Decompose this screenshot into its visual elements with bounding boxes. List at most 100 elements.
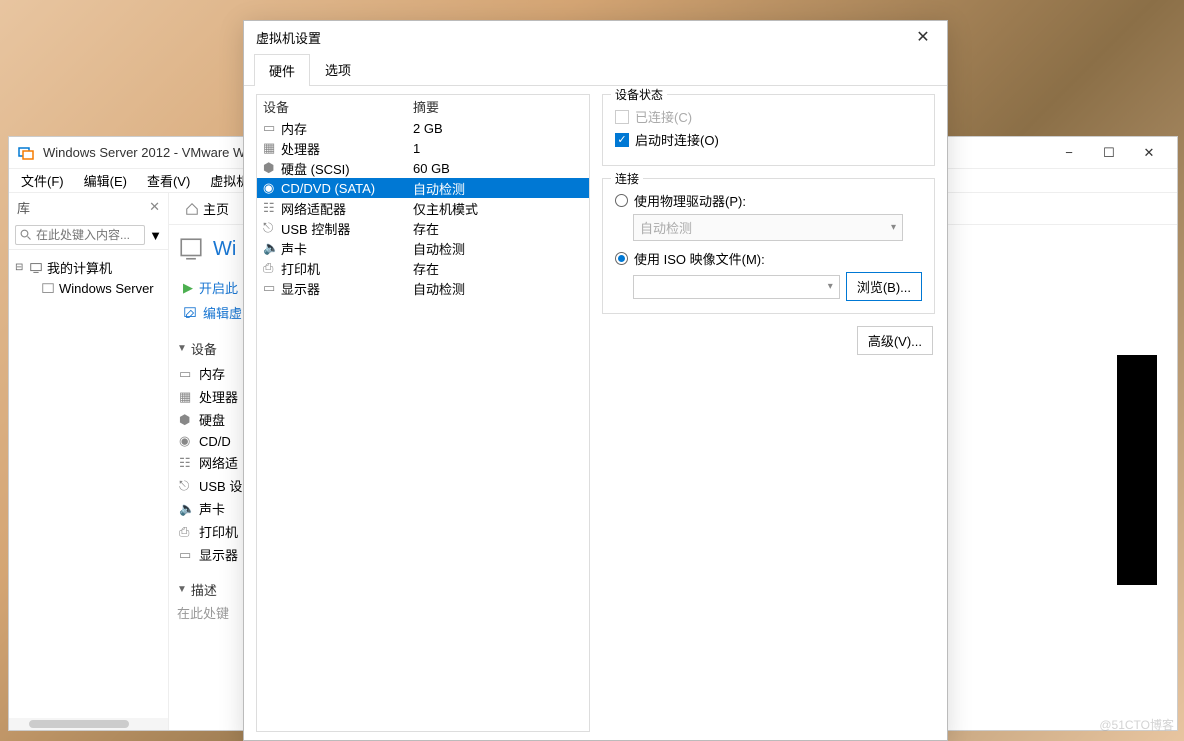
section-desc-head[interactable]: ▼ 描述	[177, 580, 251, 599]
search-dropdown-icon[interactable]: ▼	[149, 228, 162, 243]
hw-display[interactable]: ▭显示器	[177, 543, 251, 566]
chk-connect-start-row[interactable]: ✓ 启动时连接(O)	[615, 130, 922, 149]
tree-root[interactable]: ⊟ 我的计算机	[13, 256, 164, 279]
radio-iso-row[interactable]: 使用 ISO 映像文件(M):	[615, 249, 922, 268]
library-header: 库 ✕	[9, 193, 168, 221]
hw-printer[interactable]: ⎙打印机	[177, 520, 251, 543]
window-controls: − ☐ ✕	[1049, 137, 1169, 169]
network-icon: ☷	[179, 455, 193, 471]
action-power-on[interactable]: ▶ 开启此	[181, 275, 251, 300]
search-box[interactable]	[15, 225, 145, 245]
hw-cddvd[interactable]: ◉CD/D	[177, 431, 251, 451]
maximize-button[interactable]: ☐	[1089, 137, 1129, 169]
device-network[interactable]: ☷网络适配器仅主机模式	[257, 198, 589, 218]
radio-physical-label: 使用物理驱动器(P):	[634, 191, 746, 210]
disk-icon: ⬢	[263, 160, 277, 176]
search-input[interactable]	[36, 228, 140, 242]
radio-iso[interactable]	[615, 252, 628, 265]
desc-placeholder[interactable]: 在此处键	[177, 603, 251, 622]
library-close-icon[interactable]: ✕	[149, 199, 160, 215]
hw-cpu[interactable]: ▦处理器	[177, 385, 251, 408]
device-memory[interactable]: ▭内存2 GB	[257, 118, 589, 138]
printer-icon: ⎙	[179, 524, 193, 540]
section-devices-head[interactable]: ▼ 设备	[177, 339, 251, 358]
device-printer[interactable]: ⎙打印机存在	[257, 258, 589, 278]
device-sound[interactable]: 🔈声卡自动检测	[257, 238, 589, 258]
chk-connected-label: 已连接(C)	[635, 107, 692, 126]
search-row: ▼	[9, 221, 168, 250]
library-sidebar: 库 ✕ ▼ ⊟ 我的计算机	[9, 193, 169, 730]
menu-edit[interactable]: 编辑(E)	[76, 169, 135, 192]
dialog-titlebar: 虚拟机设置 ✕	[244, 21, 947, 53]
tree-vm-label: Windows Server	[59, 281, 154, 296]
chk-connected-row: 已连接(C)	[615, 107, 922, 126]
browse-button[interactable]: 浏览(B)...	[846, 272, 922, 301]
dialog-title: 虚拟机设置	[256, 28, 911, 47]
status-label: 设备状态	[611, 86, 667, 103]
memory-icon: ▭	[179, 366, 193, 382]
vm-title-row: Wi	[177, 235, 251, 263]
vm-large-icon	[177, 235, 205, 263]
vm-icon	[41, 282, 55, 296]
action-edit-settings[interactable]: 编辑虚	[181, 300, 251, 325]
device-cddvd[interactable]: ◉CD/DVD (SATA)自动检测	[257, 178, 589, 198]
scrollbar-thumb[interactable]	[29, 720, 129, 728]
vm-settings-dialog: 虚拟机设置 ✕ 硬件 选项 设备 摘要 ▭内存2 GB ▦处理器1 ⬢硬盘 (S…	[243, 20, 948, 741]
fieldset-connection: 连接 使用物理驱动器(P): 自动检测 ▾ 使用 ISO 映像文件(M): ▾ …	[602, 178, 935, 314]
hw-disk[interactable]: ⬢硬盘	[177, 408, 251, 431]
device-list: 设备 摘要 ▭内存2 GB ▦处理器1 ⬢硬盘 (SCSI)60 GB ◉CD/…	[256, 94, 590, 732]
hw-usb[interactable]: ⎋USB 设	[177, 474, 251, 497]
radio-physical[interactable]	[615, 194, 628, 207]
library-tree: ⊟ 我的计算机 Windows Server	[9, 250, 168, 718]
close-button[interactable]: ✕	[1129, 137, 1169, 169]
checkbox-connected	[615, 110, 629, 124]
fieldset-status: 设备状态 已连接(C) ✓ 启动时连接(O)	[602, 94, 935, 166]
hw-sound[interactable]: 🔈声卡	[177, 497, 251, 520]
tree-root-label: 我的计算机	[47, 258, 112, 277]
tree-vm-item[interactable]: Windows Server	[13, 279, 164, 298]
hw-network[interactable]: ☷网络适	[177, 451, 251, 474]
device-disk[interactable]: ⬢硬盘 (SCSI)60 GB	[257, 158, 589, 178]
chevron-down-icon: ▾	[891, 222, 896, 233]
menu-file[interactable]: 文件(F)	[13, 169, 72, 192]
printer-icon: ⎙	[263, 260, 277, 276]
library-label: 库	[17, 198, 30, 217]
vm-name: Wi	[213, 238, 236, 261]
iso-row: ▾ 浏览(B)...	[633, 272, 922, 301]
checkbox-connect-start[interactable]: ✓	[615, 133, 629, 147]
menu-view[interactable]: 查看(V)	[139, 169, 198, 192]
home-icon	[185, 202, 199, 216]
edit-icon	[183, 306, 197, 320]
tab-home[interactable]: 主页	[177, 195, 237, 222]
tab-hardware[interactable]: 硬件	[254, 54, 310, 86]
collapse-arrow-icon: ▼	[177, 584, 187, 595]
sidebar-scrollbar[interactable]	[9, 718, 168, 730]
memory-icon: ▭	[263, 120, 277, 136]
device-cpu[interactable]: ▦处理器1	[257, 138, 589, 158]
vm-panel: Wi ▶ 开启此 编辑虚	[177, 235, 251, 720]
device-display[interactable]: ▭显示器自动检测	[257, 278, 589, 298]
chevron-down-icon[interactable]: ▾	[828, 281, 833, 292]
device-list-header: 设备 摘要	[257, 95, 589, 118]
dialog-close-button[interactable]: ✕	[911, 27, 935, 47]
radio-iso-label: 使用 ISO 映像文件(M):	[634, 249, 765, 268]
chk-connect-start-label: 启动时连接(O)	[635, 130, 719, 149]
computer-icon	[29, 261, 43, 275]
device-usb[interactable]: ⎋USB 控制器存在	[257, 218, 589, 238]
disc-icon: ◉	[179, 433, 193, 449]
iso-path-input[interactable]: ▾	[633, 275, 840, 299]
minimize-button[interactable]: −	[1049, 137, 1089, 169]
usb-icon: ⎋	[179, 478, 193, 494]
vm-preview[interactable]	[1117, 355, 1157, 585]
cpu-icon: ▦	[179, 389, 193, 405]
tab-options[interactable]: 选项	[310, 53, 366, 85]
physical-auto-label: 自动检测	[640, 218, 692, 237]
dialog-tabs: 硬件 选项	[244, 53, 947, 86]
collapse-icon[interactable]: ⊟	[15, 262, 25, 273]
display-icon: ▭	[263, 280, 277, 296]
vm-actions: ▶ 开启此 编辑虚	[181, 275, 251, 325]
radio-physical-row[interactable]: 使用物理驱动器(P):	[615, 191, 922, 210]
hw-memory[interactable]: ▭内存	[177, 362, 251, 385]
device-details: 设备状态 已连接(C) ✓ 启动时连接(O) 连接 使用物理驱动器(P): 自动…	[602, 94, 935, 732]
advanced-button[interactable]: 高级(V)...	[857, 326, 933, 355]
